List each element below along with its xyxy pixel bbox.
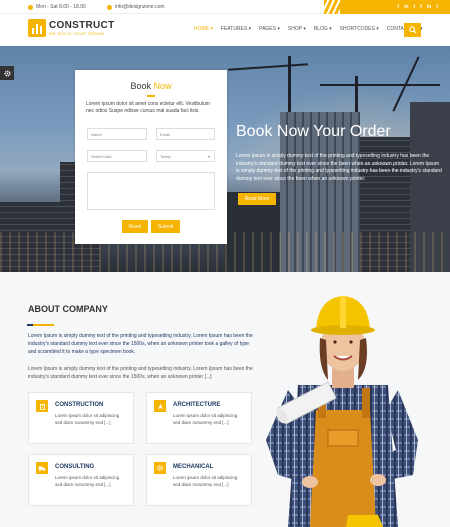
truck-icon bbox=[36, 462, 48, 474]
linkedin-icon[interactable]: in bbox=[427, 4, 431, 10]
about-title: ABOUT COMPANY bbox=[28, 304, 108, 314]
service-name: CONSULTING bbox=[55, 464, 95, 470]
form-description: Lorem ipsum dolor sit amet cons ectetur … bbox=[86, 101, 210, 114]
service-desc: Lorem ipsum dolor sit adipiscing sed dia… bbox=[173, 413, 238, 425]
message-textarea[interactable] bbox=[87, 172, 215, 210]
main-nav: HOME ▾ FEATURES ▾ PAGES ▾ SHOP ▾ BLOG ▾ … bbox=[194, 26, 423, 32]
nav-pages[interactable]: PAGES ▾ bbox=[259, 26, 280, 32]
service-card-consulting[interactable]: CONSULTING Lorem ipsum dolor sit adipisc… bbox=[28, 454, 134, 506]
settings-tab[interactable] bbox=[0, 66, 14, 80]
service-desc: Lorem ipsum dolor sit adipiscing sed dia… bbox=[55, 413, 120, 425]
email-icon bbox=[107, 4, 112, 10]
nav-home[interactable]: HOME ▾ bbox=[194, 26, 213, 32]
service-name: MECHANICAL bbox=[173, 464, 214, 470]
site-header: CONSTRUCT WE BUILD YOUR DREAM HOME ▾ FEA… bbox=[0, 14, 450, 46]
name-field[interactable]: Name bbox=[87, 128, 147, 140]
gear-icon bbox=[3, 69, 11, 77]
social-links: f in t f in t bbox=[324, 0, 450, 14]
logo-title: CONSTRUCT bbox=[49, 20, 115, 31]
about-divider bbox=[27, 324, 54, 326]
submit-button[interactable]: Submit bbox=[151, 220, 180, 233]
about-paragraph-1: Lorem Ipsum is simply dummy text of the … bbox=[28, 333, 253, 355]
building-icon bbox=[36, 400, 48, 412]
chevron-down-icon: ▾ bbox=[207, 153, 210, 159]
search-icon bbox=[408, 26, 417, 34]
day-select[interactable]: Today ▾ bbox=[156, 150, 215, 162]
twitter-icon[interactable]: t bbox=[414, 4, 416, 10]
linkedin-icon[interactable]: in bbox=[404, 4, 408, 10]
facebook-icon[interactable]: f bbox=[420, 4, 422, 10]
hours-info: Mon - Sat 8.00 - 18.00 bbox=[28, 4, 86, 10]
service-name: CONSTRUCTION bbox=[55, 402, 104, 408]
title-divider bbox=[147, 95, 155, 97]
email-field[interactable]: Email bbox=[156, 128, 215, 140]
service-card-mechanical[interactable]: MECHANICAL Lorem ipsum dolor sit adipisc… bbox=[146, 454, 252, 506]
nav-blog[interactable]: BLOG ▾ bbox=[314, 26, 332, 32]
service-card-architecture[interactable]: ARCHITECTURE Lorem ipsum dolor sit adipi… bbox=[146, 392, 252, 444]
gear-icon bbox=[154, 462, 166, 474]
service-card-construction[interactable]: CONSTRUCTION Lorem ipsum dolor sit adipi… bbox=[28, 392, 134, 444]
search-button[interactable] bbox=[404, 23, 421, 37]
nav-features[interactable]: FEATURES ▾ bbox=[221, 26, 251, 32]
construction-worker-image bbox=[266, 296, 418, 527]
nav-shortcodes[interactable]: SHORTCODES ▾ bbox=[340, 26, 379, 32]
hours-text: Mon - Sat 8.00 - 18.00 bbox=[36, 4, 86, 10]
reset-button[interactable]: Reset bbox=[122, 220, 148, 233]
form-title: Book Now bbox=[130, 81, 172, 91]
booking-form-card: Book Now Lorem ipsum dolor sit amet cons… bbox=[75, 70, 227, 244]
nav-shop[interactable]: SHOP ▾ bbox=[288, 26, 306, 32]
hero-text: Lorem Ipsum is simply dummy text of the … bbox=[236, 153, 442, 182]
hero-title: Book Now Your Order bbox=[236, 123, 391, 140]
logo-tagline: WE BUILD YOUR DREAM bbox=[49, 31, 105, 36]
twitter-icon[interactable]: t bbox=[436, 4, 438, 10]
service-desc: Lorem ipsum dolor sit adipiscing sed dia… bbox=[173, 475, 238, 487]
compass-icon bbox=[154, 400, 166, 412]
date-field[interactable]: Select Date bbox=[87, 150, 147, 162]
email-info[interactable]: info@dexignzone.com bbox=[107, 4, 165, 10]
read-more-button[interactable]: Read More bbox=[238, 193, 276, 205]
site-logo[interactable]: CONSTRUCT WE BUILD YOUR DREAM bbox=[28, 19, 114, 37]
logo-mark-icon bbox=[28, 19, 46, 37]
top-bar: Mon - Sat 8.00 - 18.00 info@dexignzone.c… bbox=[0, 0, 450, 14]
service-name: ARCHITECTURE bbox=[173, 402, 221, 408]
email-text[interactable]: info@dexignzone.com bbox=[115, 4, 165, 10]
service-desc: Lorem ipsum dolor sit adipiscing sed dia… bbox=[55, 475, 120, 487]
phone-icon bbox=[28, 4, 33, 10]
about-paragraph-2: Lorem Ipsum is simply dummy text of the … bbox=[28, 366, 253, 380]
facebook-icon[interactable]: f bbox=[397, 4, 399, 10]
